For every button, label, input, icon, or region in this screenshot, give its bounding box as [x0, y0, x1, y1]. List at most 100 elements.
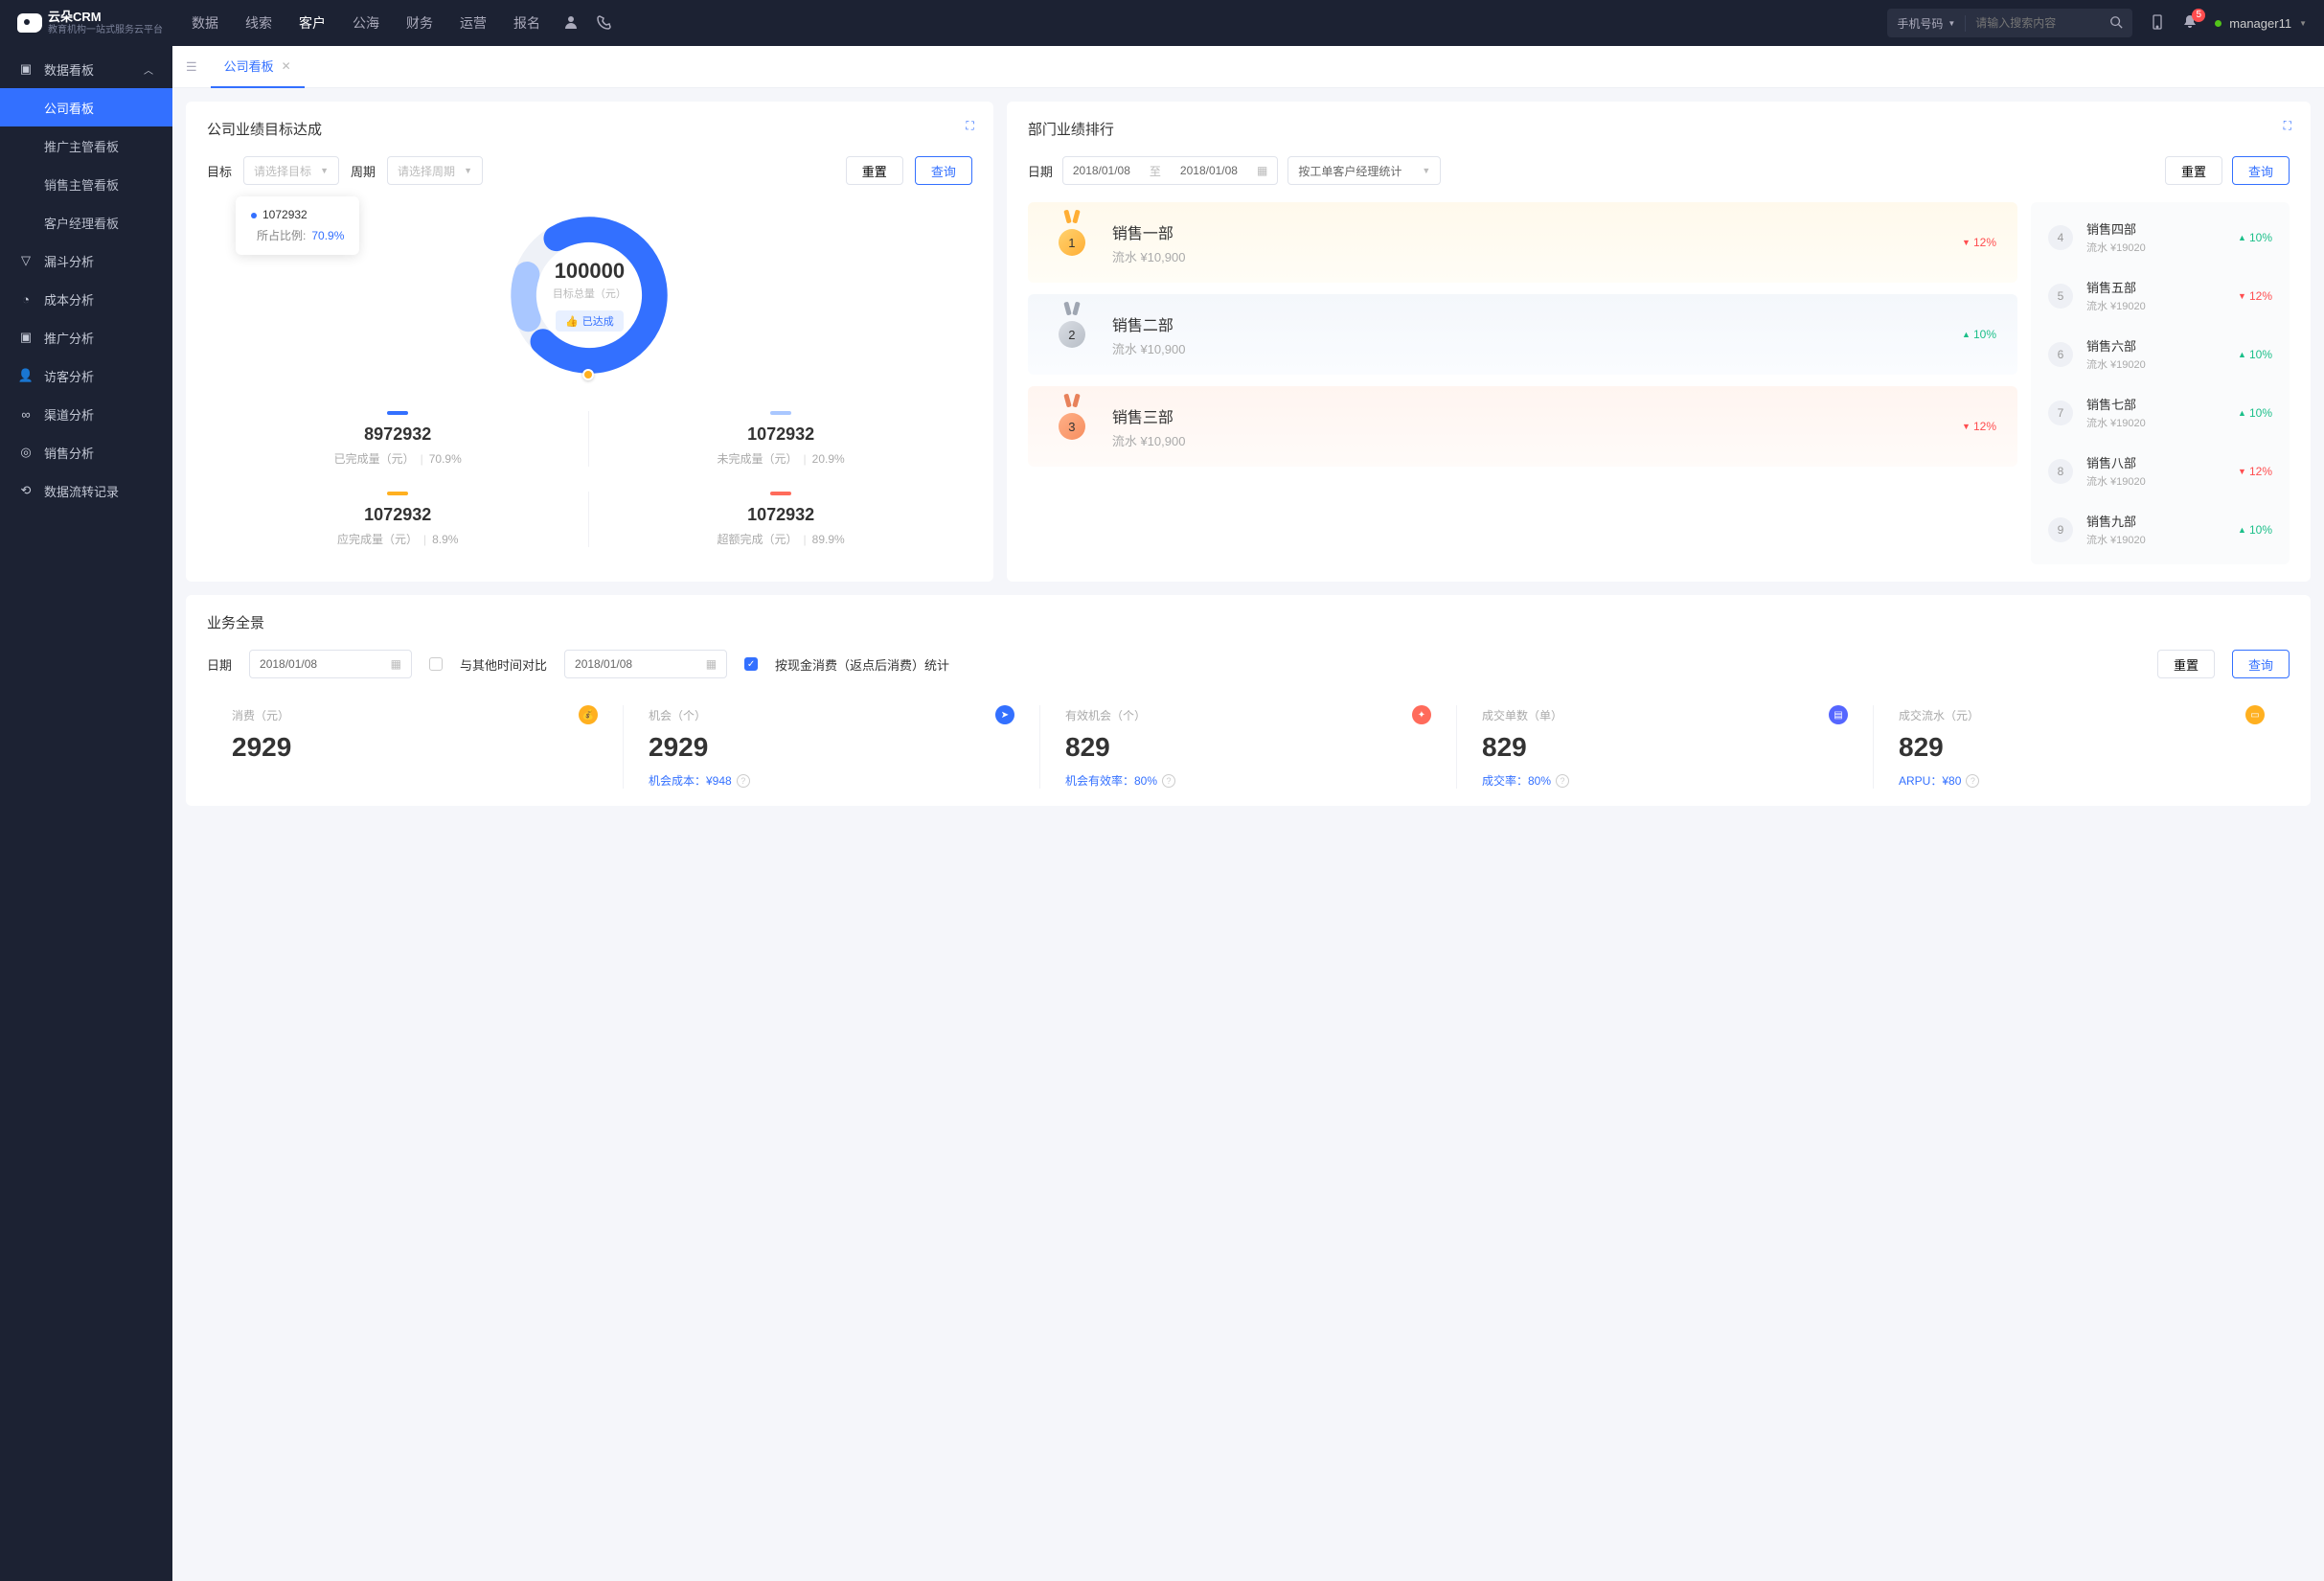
kpi-item: 成交流水（元）▭829ARPU：¥80 ?: [1874, 705, 2290, 789]
card-goal-achievement: ⛶ 公司业绩目标达成 目标 请选择目标▼ 周期 请选择周期▼ 重置 查询 107…: [186, 102, 993, 582]
date-input-compare[interactable]: 2018/01/08▦: [564, 650, 727, 678]
checkbox-compare[interactable]: [429, 657, 443, 671]
logo-cloud-icon: [17, 13, 42, 33]
search-box: 手机号码▼: [1887, 9, 2132, 37]
label-compare: 与其他时间对比: [460, 655, 547, 674]
donut-label: 目标总量（元）: [553, 286, 627, 301]
rank-rest-list: 4销售四部流水 ¥19020▲10%5销售五部流水 ¥19020▼12%6销售六…: [2031, 202, 2290, 564]
sidebar-item-icon: ◎: [19, 446, 33, 459]
reset-button[interactable]: 重置: [846, 156, 903, 185]
kpi-item: 有效机会（个）✦829机会有效率：80% ?: [1040, 705, 1457, 789]
topnav-item[interactable]: 数据: [192, 13, 218, 33]
user-menu[interactable]: manager11 ▼: [2215, 16, 2307, 31]
device-icon[interactable]: [2150, 14, 2165, 33]
sidebar-group-dashboard[interactable]: ▣数据看板 ︿: [0, 50, 172, 88]
brand-sub: 教育机构一站式服务云平台: [48, 25, 163, 36]
topnav-item[interactable]: 运营: [460, 13, 487, 33]
achieved-tag: 👍已达成: [556, 310, 624, 332]
topnav-item[interactable]: 线索: [245, 13, 272, 33]
sidebar-sub-item[interactable]: 客户经理看板: [0, 203, 172, 241]
bell-icon[interactable]: 5: [2182, 14, 2198, 33]
date-input[interactable]: 2018/01/08▦: [249, 650, 412, 678]
card-title: 部门业绩排行: [1028, 119, 2290, 139]
reset-button[interactable]: 重置: [2157, 650, 2215, 678]
help-icon[interactable]: ?: [1556, 774, 1569, 788]
calendar-icon: ▦: [1257, 164, 1267, 177]
topnav-item[interactable]: 公海: [353, 13, 379, 33]
rank-rest-item[interactable]: 7销售七部流水 ¥19020▲10%: [2031, 383, 2290, 442]
date-range-input[interactable]: 2018/01/08至2018/01/08 ▦: [1062, 156, 1278, 185]
topnav-item[interactable]: 报名: [513, 13, 540, 33]
tab-company-board[interactable]: 公司看板 ✕: [211, 46, 305, 88]
logo[interactable]: 云朵CRM 教育机构一站式服务云平台: [17, 10, 163, 36]
help-icon[interactable]: ?: [1162, 774, 1175, 788]
tab-label: 公司看板: [224, 57, 274, 75]
sidebar-item[interactable]: ∞渠道分析: [0, 395, 172, 433]
dashboard-icon: ▣: [19, 62, 33, 76]
medal-icon: 1: [1049, 219, 1095, 265]
search-input[interactable]: [1966, 16, 2100, 30]
select-stat-type[interactable]: 按工单客户经理统计▼: [1287, 156, 1441, 185]
rank-rest-item[interactable]: 8销售八部流水 ¥19020▼12%: [2031, 442, 2290, 500]
reset-button[interactable]: 重置: [2165, 156, 2222, 185]
topbar: 云朵CRM 教育机构一站式服务云平台 数据线索客户公海财务运营报名 手机号码▼ …: [0, 0, 2324, 46]
thumb-icon: 👍: [565, 315, 579, 328]
sidebar-sub-item[interactable]: 推广主管看板: [0, 126, 172, 165]
kpi-item: 机会（个）➤2929机会成本：¥948 ?: [624, 705, 1040, 789]
medal-icon: 2: [1049, 311, 1095, 357]
menu-icon[interactable]: ☰: [186, 59, 197, 75]
notif-badge: 5: [2192, 9, 2205, 22]
sidebar-item[interactable]: ▣推广分析: [0, 318, 172, 356]
donut-chart: 100000 目标总量（元） 👍已达成: [498, 204, 680, 386]
sidebar-sub-item[interactable]: 公司看板: [0, 88, 172, 126]
checkbox-cash[interactable]: ✓: [744, 657, 758, 671]
chevron-up-icon: ︿: [144, 62, 153, 77]
topnav-item[interactable]: 客户: [299, 13, 326, 33]
phone-icon[interactable]: [596, 14, 611, 33]
rank-rest-item[interactable]: 5销售五部流水 ¥19020▼12%: [2031, 266, 2290, 325]
query-button[interactable]: 查询: [2232, 650, 2290, 678]
card-title: 业务全景: [207, 612, 2290, 632]
user-icon[interactable]: [563, 14, 579, 33]
medal-icon: 3: [1049, 403, 1095, 449]
goal-stat: 1072932超额完成（元）|89.9%: [589, 492, 971, 547]
kpi-icon: ✦: [1412, 705, 1431, 724]
select-target[interactable]: 请选择目标▼: [243, 156, 339, 185]
rank-rest-item[interactable]: 4销售四部流水 ¥19020▲10%: [2031, 208, 2290, 266]
query-button[interactable]: 查询: [915, 156, 972, 185]
sidebar-item[interactable]: ◎销售分析: [0, 433, 172, 471]
kpi-icon: ▭: [2245, 705, 2265, 724]
rank-top-card[interactable]: 1销售一部流水 ¥10,900▼12%: [1028, 202, 2017, 283]
rank-rest-item[interactable]: 6销售六部流水 ¥19020▲10%: [2031, 325, 2290, 383]
goal-stat: 1072932未完成量（元）|20.9%: [589, 411, 971, 467]
search-icon[interactable]: [2100, 15, 2132, 32]
rank-top-card[interactable]: 2销售二部流水 ¥10,900▲10%: [1028, 294, 2017, 375]
top-nav: 数据 线索 客户 公海 财务 运营 报名: [192, 13, 540, 33]
sidebar-item-icon: ▽: [19, 254, 33, 267]
search-type-select[interactable]: 手机号码▼: [1887, 15, 1966, 32]
sidebar-item[interactable]: ◔成本分析: [0, 280, 172, 318]
expand-icon[interactable]: ⛶: [966, 119, 973, 133]
sidebar-item[interactable]: ⟲数据流转记录: [0, 471, 172, 510]
sidebar-sub-item[interactable]: 销售主管看板: [0, 165, 172, 203]
rank-rest-item[interactable]: 9销售九部流水 ¥19020▲10%: [2031, 500, 2290, 559]
sidebar-item[interactable]: ▽漏斗分析: [0, 241, 172, 280]
close-icon[interactable]: ✕: [282, 59, 291, 73]
sidebar-item[interactable]: 👤访客分析: [0, 356, 172, 395]
expand-icon[interactable]: ⛶: [2284, 119, 2291, 133]
select-period[interactable]: 请选择周期▼: [387, 156, 483, 185]
topnav-item[interactable]: 财务: [406, 13, 433, 33]
query-button[interactable]: 查询: [2232, 156, 2290, 185]
help-icon[interactable]: ?: [1966, 774, 1979, 788]
kpi-icon: ➤: [995, 705, 1014, 724]
label-cash: 按现金消费（返点后消费）统计: [775, 655, 949, 674]
goal-stat: 1072932应完成量（元）|8.9%: [207, 492, 589, 547]
rank-top-card[interactable]: 3销售三部流水 ¥10,900▼12%: [1028, 386, 2017, 467]
calendar-icon: ▦: [391, 657, 401, 671]
help-icon[interactable]: ?: [737, 774, 750, 788]
kpi-item: 成交单数（单）▤829成交率：80% ?: [1457, 705, 1874, 789]
card-business-overview: 业务全景 日期 2018/01/08▦ 与其他时间对比 2018/01/08▦ …: [186, 595, 2311, 806]
brand-name: 云朵CRM: [48, 10, 163, 25]
label-target: 目标: [207, 162, 232, 180]
sidebar-item-icon: ▣: [19, 331, 33, 344]
